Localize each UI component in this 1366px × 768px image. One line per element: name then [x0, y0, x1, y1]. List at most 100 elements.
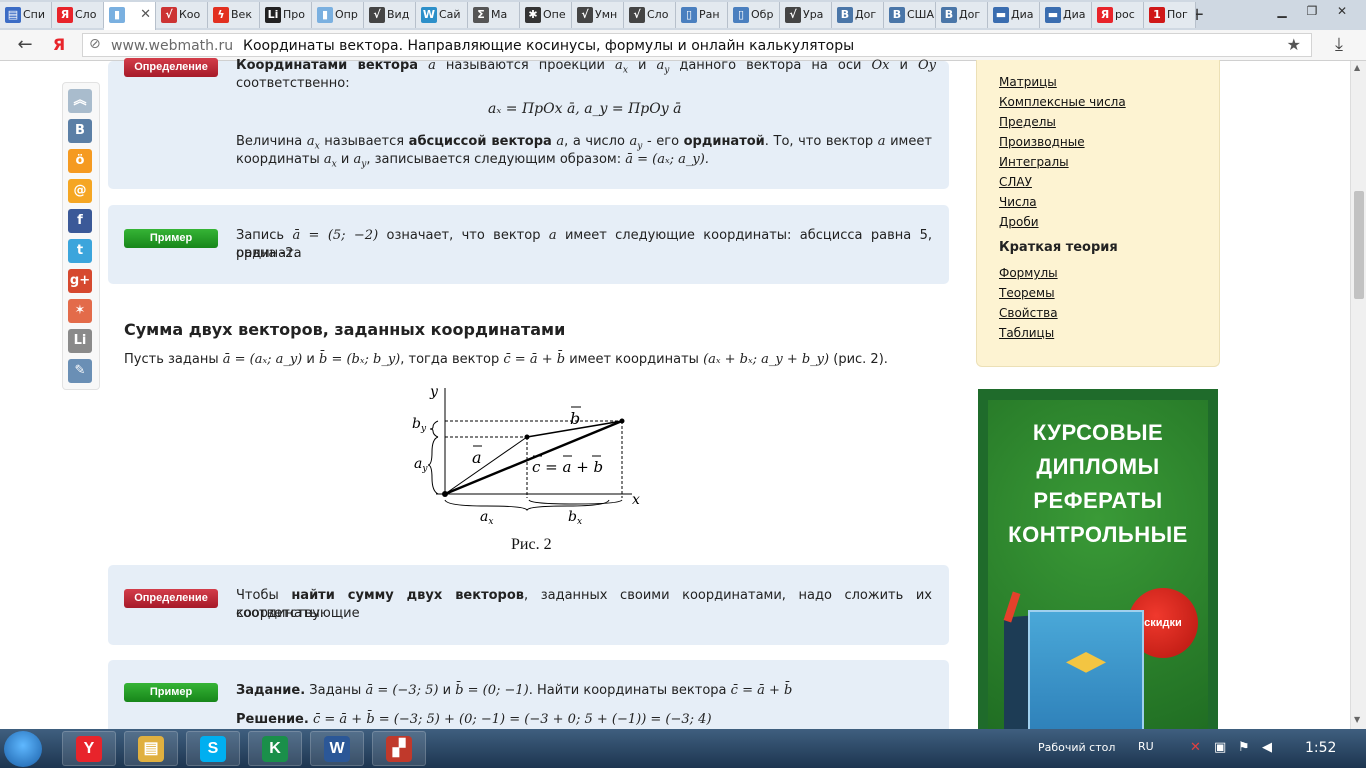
browser-tab[interactable]: Li Про [260, 2, 312, 28]
sidebar-link[interactable]: СЛАУ [999, 175, 1032, 189]
taskbar-button[interactable]: K [248, 731, 302, 766]
browser-tab[interactable]: √ Умн [572, 2, 624, 28]
livejournal-icon[interactable]: ✎ [68, 359, 92, 383]
browser-tab[interactable]: ▬ Диа [1040, 2, 1092, 28]
close-tab-icon[interactable]: ✕ [140, 2, 151, 28]
text-fragment: и [637, 58, 647, 73]
browser-tab-label: Дог [959, 8, 981, 21]
sidebar-link[interactable]: Дроби [999, 215, 1039, 229]
tray-app-icon[interactable]: ▣ [1214, 740, 1226, 755]
math-b-given: b̄ = (0; −1) [455, 683, 529, 698]
scroll-down-arrow-icon[interactable]: ▼ [1354, 715, 1360, 724]
browser-tab[interactable]: ▮ Опр [312, 2, 364, 28]
twitter-icon[interactable]: t [68, 239, 92, 263]
solution-line: Решение. c̄ = ā + b̄ = (−3; 5) + (0; −1)… [236, 711, 712, 729]
sidebar-link[interactable]: Комплексные числа [999, 95, 1126, 109]
moikrug-icon[interactable]: ✶ [68, 299, 92, 323]
browser-tab[interactable]: √ Коо [156, 2, 208, 28]
solution-label: Решение. [236, 712, 309, 727]
browser-tab[interactable]: B Дог [936, 2, 988, 28]
browser-tab-label: Сло [75, 8, 97, 21]
google-plus-icon[interactable]: g+ [68, 269, 92, 293]
scrollbar-thumb[interactable] [1354, 191, 1364, 299]
browser-tab[interactable]: ▤ Спи [0, 2, 52, 28]
liveinternet-icon[interactable]: Li [68, 329, 92, 353]
taskbar-button[interactable]: ▞ [372, 731, 426, 766]
browser-tab[interactable]: √ Вид [364, 2, 416, 28]
browser-tab-label: Про [283, 8, 305, 21]
network-error-icon[interactable]: ✕ [1190, 740, 1201, 755]
sidebar-link[interactable]: Производные [999, 135, 1085, 149]
definition-panel-2: Определение Чтобы найти сумму двух векто… [108, 565, 949, 645]
page-info-icon[interactable]: ⊘ [89, 36, 101, 52]
ad-background[interactable]: скидки КУРСОВЫЕ ДИПЛОМЫ РЕФЕРАТЫ КОНТРОЛЬНЫ… [988, 400, 1208, 729]
sidebar-link[interactable]: Теоремы [999, 286, 1055, 300]
start-button[interactable] [4, 731, 42, 767]
browser-tab[interactable]: ✱ Опе [520, 2, 572, 28]
label-ay-letter: a [414, 456, 422, 472]
advertisement-banner[interactable]: скидки КУРСОВЫЕ ДИПЛОМЫ РЕФЕРАТЫ КОНТРОЛЬНЫ… [978, 389, 1218, 729]
sidebar-link[interactable]: Таблицы [999, 326, 1054, 340]
browser-tab[interactable]: 1 Пог [1144, 2, 1196, 28]
pdf-taskbar-icon: ▞ [386, 736, 412, 762]
browser-tab-label: Опр [335, 8, 358, 21]
yandex-icon: Я [57, 7, 73, 23]
vk-share-icon[interactable]: B [68, 119, 92, 143]
back-arrow-icon[interactable]: ← [14, 34, 36, 56]
taskbar-button[interactable]: ▤ [124, 731, 178, 766]
ad-text-line[interactable]: ДИПЛОМЫ [988, 454, 1208, 480]
vertical-scrollbar[interactable]: ▲ ▼ [1350, 61, 1366, 729]
scroll-up-icon[interactable]: ︽ [68, 89, 92, 113]
url-field[interactable]: ⊘ www.webmath.ru Координаты вектора. Нап… [82, 33, 1312, 57]
browser-tab[interactable]: Ярос [1092, 2, 1144, 28]
yandex-icon: Я [1097, 7, 1113, 23]
sidebar-link[interactable]: Интегралы [999, 155, 1069, 169]
social-share-bar: ︽ Bö @ f t g+ ✶ Li ✎ [62, 82, 100, 390]
browser-tab[interactable]: Σ Ма [468, 2, 520, 28]
ad-text-line[interactable]: КОНТРОЛЬНЫЕ [988, 522, 1208, 548]
flag-icon[interactable]: ⚑ [1238, 740, 1250, 755]
mail-ru-icon[interactable]: @ [68, 179, 92, 203]
browser-tab[interactable]: ▯ Ран [676, 2, 728, 28]
sidebar-link[interactable]: Формулы [999, 266, 1058, 280]
math-ax: ax [324, 152, 337, 170]
math-ay: ay [630, 134, 643, 152]
ad-text-line[interactable]: КУРСОВЫЕ [988, 420, 1208, 446]
ad-text-line[interactable]: РЕФЕРАТЫ [988, 488, 1208, 514]
close-window-button[interactable]: ✕ [1328, 2, 1356, 20]
minimize-button[interactable]: ▁ [1268, 2, 1296, 20]
download-icon[interactable]: ⤓ [1328, 34, 1350, 56]
volume-icon[interactable]: ◀ [1262, 740, 1272, 755]
browser-tab[interactable]: ▮ ✕ [104, 2, 156, 30]
sidebar-link[interactable]: Числа [999, 195, 1037, 209]
browser-tab[interactable]: ▯ Обр [728, 2, 780, 28]
browser-tab[interactable]: Я Сло [52, 2, 104, 28]
sidebar-link[interactable]: Свойства [999, 306, 1058, 320]
yandex-logo-icon[interactable]: Я [48, 34, 70, 56]
browser-tab[interactable]: √ Ура [780, 2, 832, 28]
show-desktop-label[interactable]: Рабочий стол [1038, 741, 1115, 754]
sidebar-link[interactable]: Матрицы [999, 75, 1057, 89]
browser-tab[interactable]: ϟ Век [208, 2, 260, 28]
clock[interactable]: 1:52 [1305, 740, 1336, 756]
taskbar-button[interactable]: Y [62, 731, 116, 766]
sidebar-link[interactable]: Пределы [999, 115, 1056, 129]
browser-tab[interactable]: √ Сло [624, 2, 676, 28]
facebook-icon[interactable]: f [68, 209, 92, 233]
browser-tab-label: Обр [751, 8, 774, 21]
odnoklassniki-icon[interactable]: ö [68, 149, 92, 173]
taskbar-button[interactable]: S [186, 731, 240, 766]
restore-button[interactable]: ❐ [1298, 2, 1326, 20]
math-a: a [428, 58, 436, 73]
taskbar-button[interactable]: W [310, 731, 364, 766]
bookmark-star-icon[interactable]: ★ [1287, 35, 1301, 54]
browser-tab[interactable]: W Сай [416, 2, 468, 28]
label-vector-c: c = a + b [532, 458, 603, 476]
browser-tab[interactable]: ▬ Диа [988, 2, 1040, 28]
language-indicator[interactable]: RU [1138, 740, 1154, 753]
vk-icon: B [837, 7, 853, 23]
browser-tab[interactable]: B США [884, 2, 936, 28]
scroll-up-arrow-icon[interactable]: ▲ [1354, 63, 1360, 72]
browser-tab[interactable]: B Дог [832, 2, 884, 28]
term-vector-coordinates: Координатами вектора [236, 58, 419, 73]
